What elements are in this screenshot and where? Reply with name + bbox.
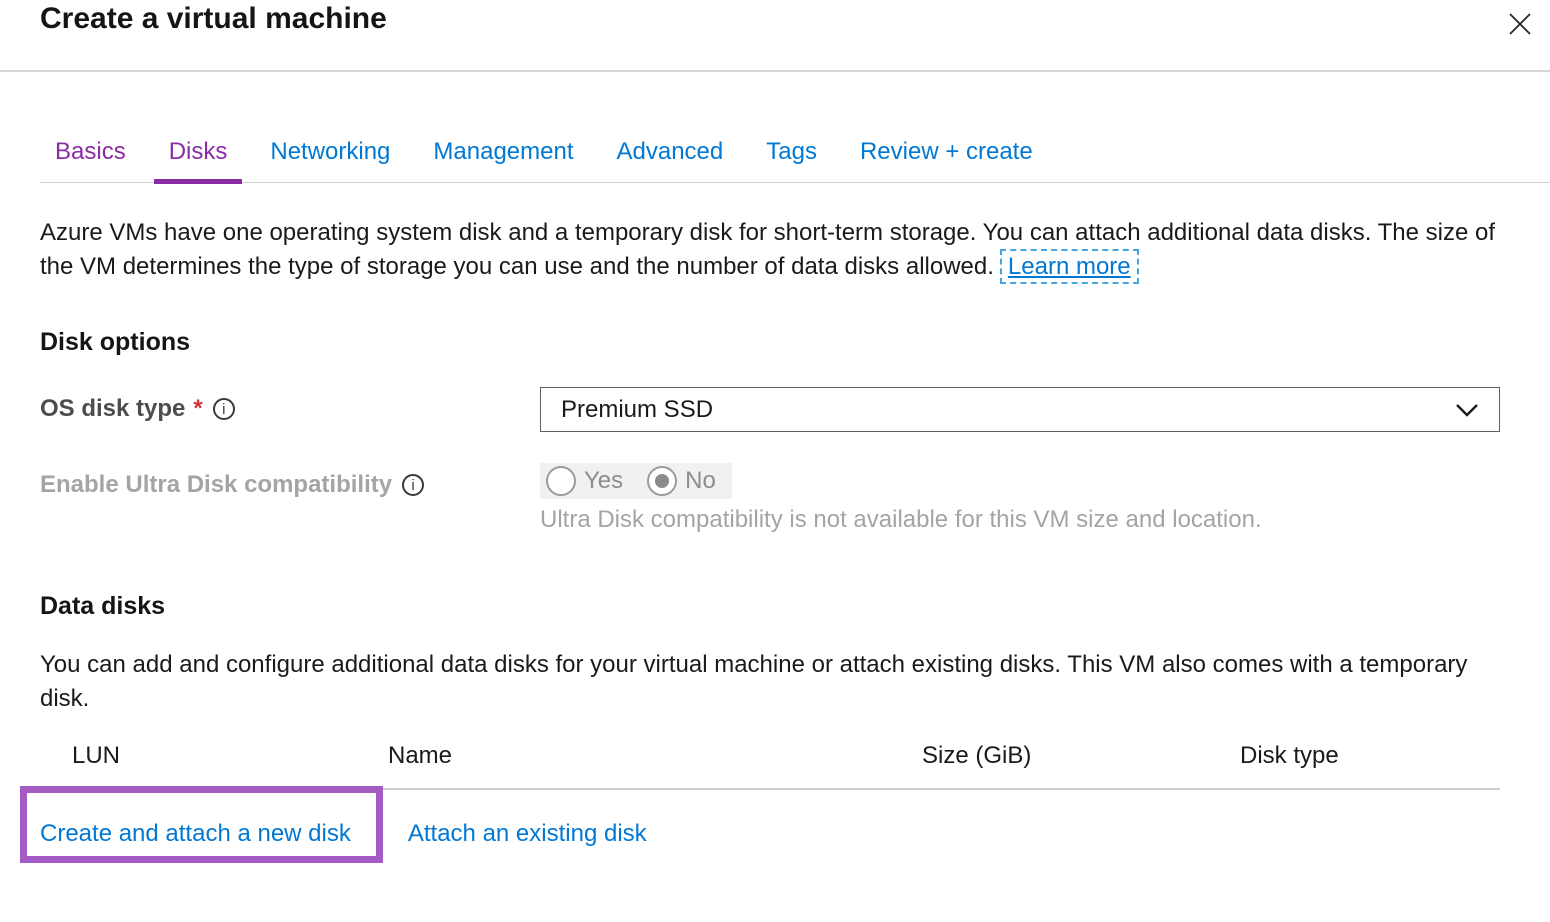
column-header-lun: LUN xyxy=(40,742,388,770)
close-icon xyxy=(1507,11,1533,37)
page-title: Create a virtual machine xyxy=(40,2,387,36)
ultra-disk-row: Enable Ultra Disk compatibility i Yes No… xyxy=(40,463,1550,534)
ultra-disk-radio-no[interactable]: No xyxy=(647,466,716,496)
tab-management[interactable]: Management xyxy=(418,138,588,182)
info-icon[interactable]: i xyxy=(402,474,424,496)
os-disk-type-label: OS disk type xyxy=(40,395,185,423)
tab-advanced[interactable]: Advanced xyxy=(602,138,739,182)
os-disk-type-row: OS disk type * i Premium SSD xyxy=(40,387,1550,432)
dialog-header: Create a virtual machine xyxy=(0,0,1550,72)
data-disks-heading: Data disks xyxy=(40,592,1550,621)
radio-checked-icon xyxy=(647,466,677,496)
tab-networking[interactable]: Networking xyxy=(255,138,405,182)
ultra-disk-radio-group: Yes No xyxy=(540,463,732,499)
ultra-disk-radio-yes[interactable]: Yes xyxy=(546,466,623,496)
os-disk-type-dropdown[interactable]: Premium SSD xyxy=(540,387,1500,432)
column-header-name: Name xyxy=(388,742,922,770)
intro-text: Azure VMs have one operating system disk… xyxy=(40,219,1495,280)
chevron-down-icon xyxy=(1455,403,1479,417)
tab-review-create[interactable]: Review + create xyxy=(845,138,1048,182)
learn-more-link[interactable]: Learn more xyxy=(1000,249,1139,284)
tab-basics[interactable]: Basics xyxy=(40,138,141,182)
os-disk-type-label-cell: OS disk type * i xyxy=(40,387,540,423)
create-vm-dialog: Create a virtual machine Basics Disks Ne… xyxy=(0,0,1550,878)
disk-options-heading: Disk options xyxy=(40,328,1550,357)
attach-existing-disk-link[interactable]: Attach an existing disk xyxy=(408,820,647,848)
column-header-disk-type: Disk type xyxy=(1240,742,1500,770)
radio-no-label: No xyxy=(685,467,716,495)
info-icon[interactable]: i xyxy=(213,398,235,420)
tab-disks[interactable]: Disks xyxy=(154,138,243,182)
data-disks-description: You can add and configure additional dat… xyxy=(40,648,1500,716)
os-disk-type-value: Premium SSD xyxy=(561,396,713,424)
radio-unchecked-icon xyxy=(546,466,576,496)
data-disks-table-header: LUN Name Size (GiB) Disk type xyxy=(40,742,1500,790)
create-attach-new-disk-link[interactable]: Create and attach a new disk xyxy=(40,820,351,848)
ultra-disk-helper-text: Ultra Disk compatibility is not availabl… xyxy=(540,506,1262,534)
intro-paragraph: Azure VMs have one operating system disk… xyxy=(40,216,1500,284)
required-asterisk: * xyxy=(193,395,202,423)
radio-yes-label: Yes xyxy=(584,467,623,495)
column-header-size: Size (GiB) xyxy=(922,742,1240,770)
disks-tab-content: Azure VMs have one operating system disk… xyxy=(0,216,1550,878)
tab-bar: Basics Disks Networking Management Advan… xyxy=(40,138,1550,183)
tab-tags[interactable]: Tags xyxy=(751,138,832,182)
ultra-disk-label: Enable Ultra Disk compatibility xyxy=(40,471,392,499)
close-button[interactable] xyxy=(1502,6,1538,42)
ultra-disk-control: Yes No Ultra Disk compatibility is not a… xyxy=(540,463,1262,534)
data-disks-actions: Create and attach a new disk Attach an e… xyxy=(40,790,1550,878)
ultra-disk-label-cell: Enable Ultra Disk compatibility i xyxy=(40,463,540,499)
